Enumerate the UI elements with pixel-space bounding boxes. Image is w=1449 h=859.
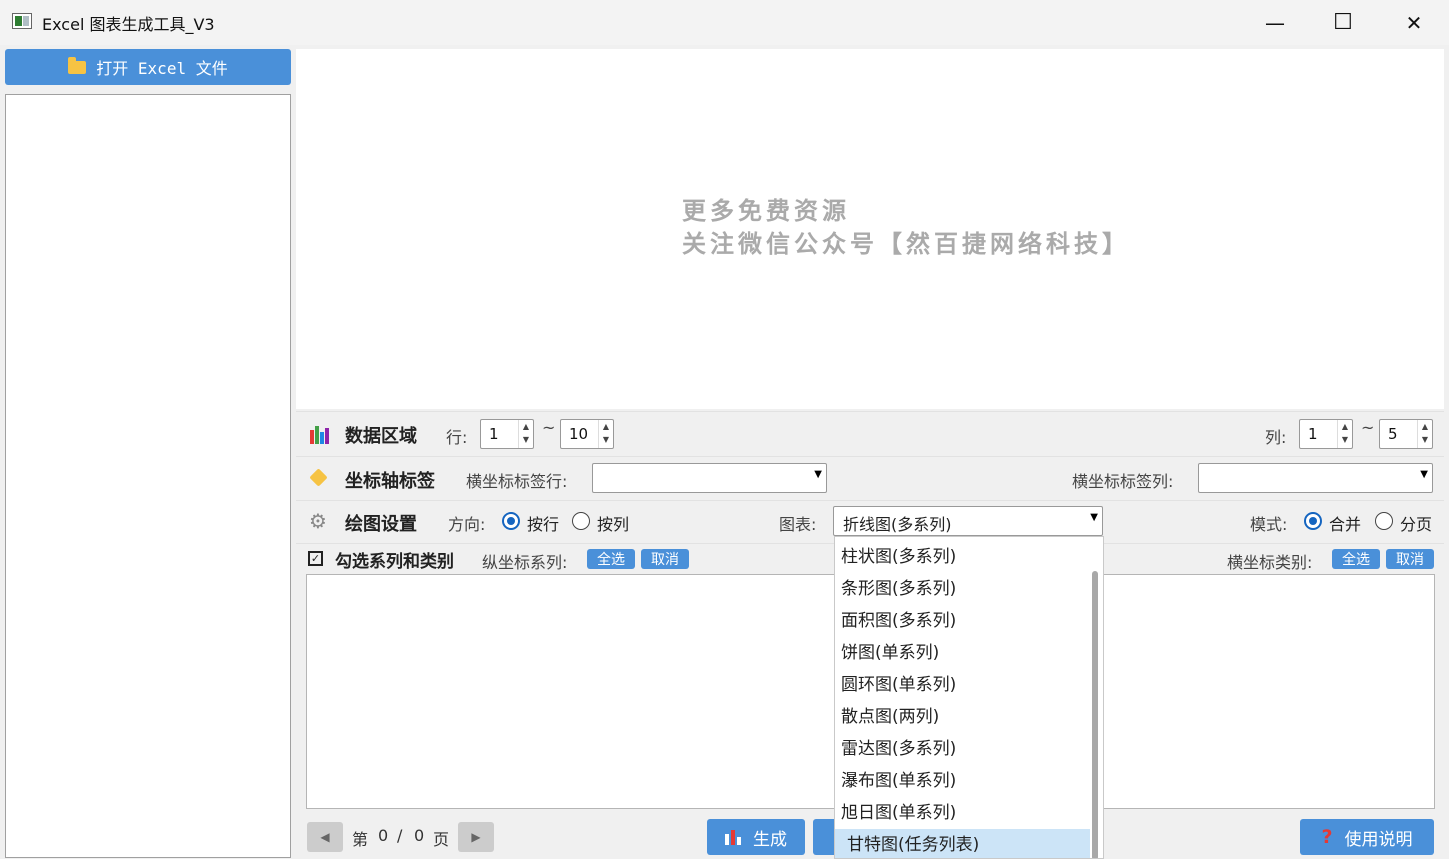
generate-label: 生成	[753, 829, 787, 850]
dropdown-arrow-icon: ▼	[1090, 512, 1098, 523]
title-bar: Excel 图表生成工具_V3 — ☐ ✕	[0, 0, 1449, 45]
col-label: 列:	[1265, 428, 1287, 447]
app-icon	[12, 13, 32, 29]
page-current: 0	[378, 826, 389, 845]
chart-option[interactable]: 旭日图(单系列)	[835, 797, 1090, 829]
sheet-list[interactable]	[5, 94, 291, 858]
mode-merge-radio[interactable]	[1304, 512, 1322, 530]
dropdown-arrow-icon: ▼	[1420, 469, 1428, 480]
bar-chart-icon	[310, 424, 330, 444]
prev-page-button[interactable]: ◀	[307, 822, 343, 852]
gear-icon: ⚙	[309, 509, 327, 533]
page-prefix: 第	[352, 830, 369, 849]
page-suffix: 页	[433, 830, 450, 849]
x-cancel-button[interactable]: 取消	[1386, 549, 1434, 569]
window-title: Excel 图表生成工具_V3	[42, 15, 215, 34]
direction-label: 方向:	[448, 515, 486, 534]
y-cancel-button[interactable]: 取消	[641, 549, 689, 569]
x-label-col-label: 横坐标标签列:	[1072, 472, 1174, 491]
chart-option[interactable]: 散点图(两列)	[835, 701, 1090, 733]
direction-row-label[interactable]: 按行	[527, 511, 559, 535]
open-excel-button[interactable]: 打开 Excel 文件	[5, 49, 291, 85]
bar-chart-icon	[725, 829, 741, 845]
chart-option[interactable]: 饼图(单系列)	[835, 637, 1090, 669]
tag-icon	[309, 468, 331, 488]
folder-icon	[68, 56, 87, 74]
chart-option-highlighted[interactable]: 甘特图(任务列表)	[835, 829, 1090, 858]
x-category-label: 横坐标类别:	[1227, 553, 1313, 572]
direction-col-radio[interactable]	[572, 512, 590, 530]
page-separator: /	[397, 826, 403, 845]
maximize-button[interactable]: ☐	[1308, 0, 1378, 45]
col-to-spinbox[interactable]: 5 ▲ ▼	[1379, 419, 1433, 449]
chart-type-select[interactable]: 折线图(多系列) ▼	[833, 506, 1103, 536]
x-label-row-select[interactable]: ▼	[592, 463, 827, 493]
help-button[interactable]: ? 使用说明	[1300, 819, 1434, 855]
col-tilde: ~	[1361, 418, 1375, 437]
direction-row-radio[interactable]	[502, 512, 520, 530]
chart-option[interactable]: 面积图(多系列)	[835, 605, 1090, 637]
chart-type-dropdown[interactable]: 柱状图(多系列) 条形图(多系列) 面积图(多系列) 饼图(单系列) 圆环图(单…	[834, 536, 1104, 859]
plot-settings-label: 绘图设置	[345, 514, 417, 535]
mode-label: 模式:	[1250, 515, 1288, 534]
data-range-label: 数据区域	[345, 426, 417, 447]
minimize-button[interactable]: —	[1240, 0, 1310, 45]
generate-button[interactable]: 生成	[707, 819, 805, 855]
next-page-button[interactable]: ▶	[458, 822, 494, 852]
open-excel-label: 打开 Excel 文件	[96, 59, 228, 78]
row-from-spinbox[interactable]: 1 ▲ ▼	[480, 419, 534, 449]
direction-col-label[interactable]: 按列	[597, 511, 629, 535]
chart-option[interactable]: 圆环图(单系列)	[835, 669, 1090, 701]
chart-type-label: 图表:	[779, 515, 817, 534]
x-label-row-label: 横坐标标签行:	[466, 472, 568, 491]
x-select-all-button[interactable]: 全选	[1332, 549, 1380, 569]
x-label-col-select[interactable]: ▼	[1198, 463, 1433, 493]
row-tilde: ~	[542, 418, 556, 437]
dropdown-scrollbar[interactable]	[1092, 571, 1098, 858]
axis-label-section: 坐标轴标签	[345, 471, 435, 492]
dropdown-arrow-icon: ▼	[814, 469, 822, 480]
page-total: 0	[414, 826, 425, 845]
help-label: 使用说明	[1344, 829, 1413, 850]
col-from-spinbox[interactable]: 1 ▲ ▼	[1299, 419, 1353, 449]
row-label: 行:	[446, 428, 468, 447]
series-select-label: 勾选系列和类别	[335, 552, 454, 572]
chart-option[interactable]: 雷达图(多系列)	[835, 733, 1090, 765]
mode-page-label[interactable]: 分页	[1400, 511, 1432, 535]
chart-option[interactable]: 柱状图(多系列)	[835, 541, 1090, 573]
chart-preview: 更多免费资源 关注微信公众号【然百捷网络科技】	[296, 49, 1444, 409]
help-icon: ?	[1321, 826, 1333, 848]
row-to-spinbox[interactable]: 10 ▲ ▼	[560, 419, 614, 449]
y-select-all-button[interactable]: 全选	[587, 549, 635, 569]
mode-page-radio[interactable]	[1375, 512, 1393, 530]
y-series-label: 纵坐标系列:	[482, 553, 568, 572]
chart-option[interactable]: 条形图(多系列)	[835, 573, 1090, 605]
checkbox-icon: ✓	[308, 551, 323, 566]
watermark-line-2: 关注微信公众号【然百捷网络科技】	[682, 229, 1130, 258]
close-button[interactable]: ✕	[1379, 0, 1449, 45]
watermark-line-1: 更多免费资源	[682, 196, 850, 225]
chart-option[interactable]: 瀑布图(单系列)	[835, 765, 1090, 797]
mode-merge-label[interactable]: 合并	[1329, 511, 1361, 535]
